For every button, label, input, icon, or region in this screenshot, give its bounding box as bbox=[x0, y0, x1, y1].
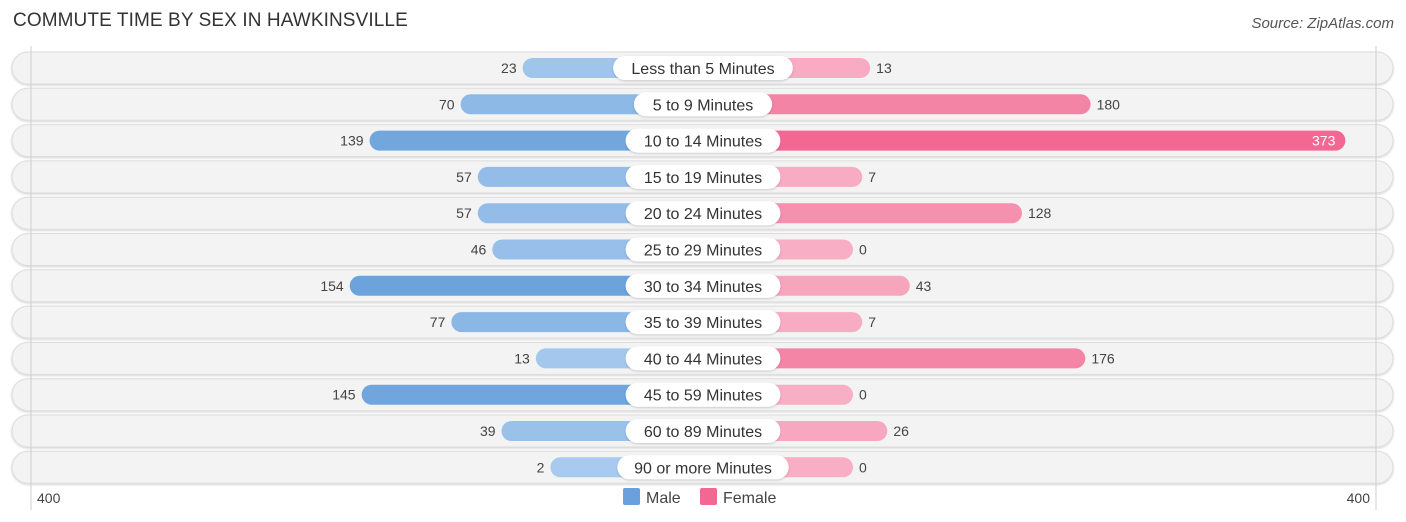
axis-label-left: 400 bbox=[37, 490, 61, 506]
value-label-female: 7 bbox=[868, 314, 876, 330]
bar-female[interactable] bbox=[703, 130, 1346, 151]
value-label-male: 13 bbox=[514, 350, 530, 366]
value-label-male: 46 bbox=[471, 242, 487, 258]
category-label: 35 to 39 Minutes bbox=[644, 315, 762, 332]
category-label: Less than 5 Minutes bbox=[631, 61, 774, 78]
chart: 23 13Less than 5 Minutes70 1805 to 9 Minut… bbox=[11, 46, 1394, 510]
category-label: 15 to 19 Minutes bbox=[644, 170, 762, 187]
value-label-male: 77 bbox=[430, 314, 446, 330]
value-label-male: 57 bbox=[456, 169, 472, 185]
category-label: 90 or more Minutes bbox=[634, 460, 772, 477]
value-label-female: 128 bbox=[1028, 205, 1052, 221]
category-label: 10 to 14 Minutes bbox=[644, 134, 762, 151]
category-label: 20 to 24 Minutes bbox=[644, 206, 762, 223]
category-label: 5 to 9 Minutes bbox=[653, 97, 754, 114]
value-label-female: 43 bbox=[916, 278, 932, 294]
value-label-female: 0 bbox=[859, 387, 867, 403]
value-label-male: 2 bbox=[537, 459, 545, 475]
legend-label-male: Male bbox=[646, 490, 681, 507]
category-label: 25 to 29 Minutes bbox=[644, 243, 762, 260]
legend-swatch-male bbox=[623, 488, 640, 505]
legend-label-female: Female bbox=[723, 490, 776, 507]
value-label-male: 57 bbox=[456, 205, 472, 221]
value-label-male: 70 bbox=[439, 96, 455, 112]
axis-label-right: 400 bbox=[1347, 490, 1371, 506]
category-label: 45 to 59 Minutes bbox=[644, 388, 762, 405]
value-label-male: 145 bbox=[332, 387, 356, 403]
value-label-female: 0 bbox=[859, 459, 867, 475]
value-label-female: 13 bbox=[876, 60, 892, 76]
value-label-male: 139 bbox=[340, 133, 364, 149]
value-label-female: 26 bbox=[893, 423, 909, 439]
value-label-male: 23 bbox=[501, 60, 517, 76]
category-label: 30 to 34 Minutes bbox=[644, 279, 762, 296]
value-label-female: 180 bbox=[1097, 96, 1121, 112]
value-label-male: 39 bbox=[480, 423, 496, 439]
value-label-female: 7 bbox=[868, 169, 876, 185]
category-label: 40 to 44 Minutes bbox=[644, 351, 762, 368]
category-label: 60 to 89 Minutes bbox=[644, 424, 762, 441]
legend-swatch-female bbox=[700, 488, 717, 505]
value-label-male: 154 bbox=[320, 278, 344, 294]
value-label-female: 373 bbox=[1312, 133, 1336, 149]
value-label-female: 0 bbox=[859, 242, 867, 258]
legend: Male Female bbox=[623, 488, 776, 507]
value-label-female: 176 bbox=[1091, 350, 1115, 366]
